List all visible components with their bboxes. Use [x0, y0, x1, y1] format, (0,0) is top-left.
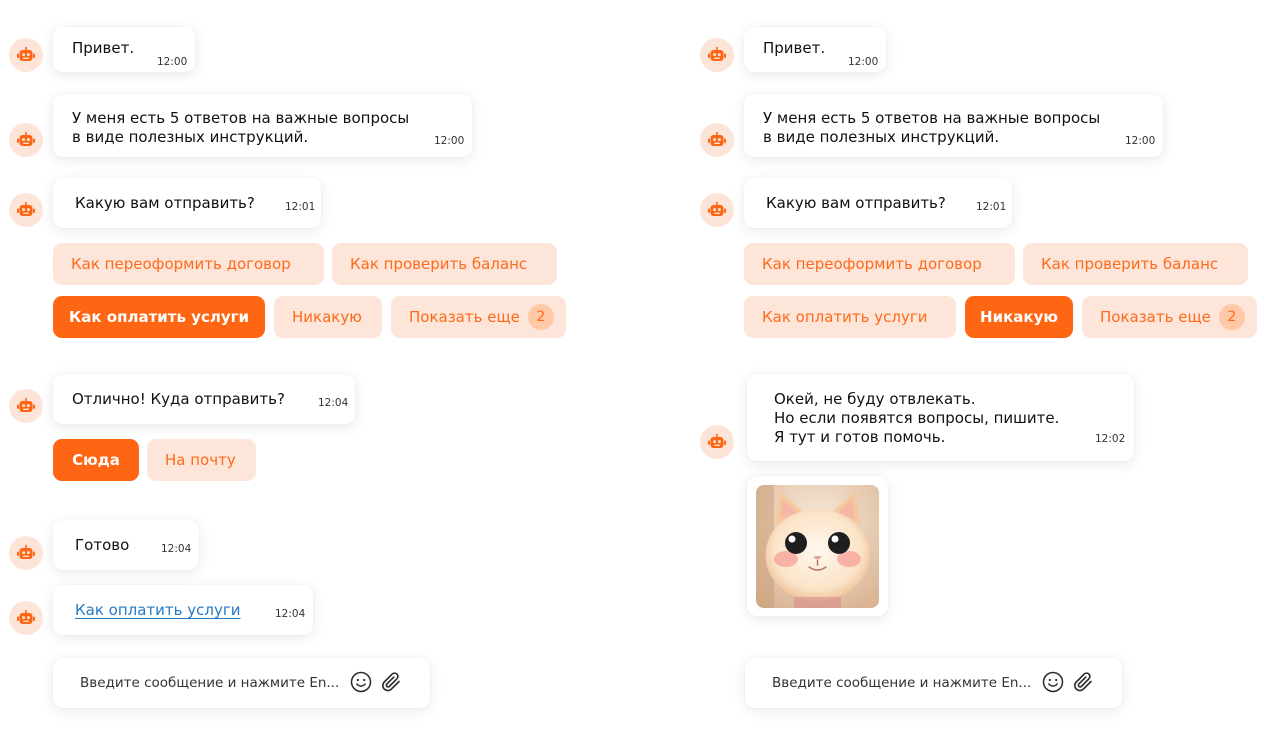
- option-button[interactable]: Никакую: [274, 296, 382, 338]
- message-time: 12:00: [434, 135, 465, 147]
- message-time: 12:00: [1125, 135, 1156, 147]
- message-time: 12:01: [976, 201, 1007, 213]
- message-text: Окей, не буду отвлекать. Но если появятс…: [774, 390, 1060, 446]
- robot-icon: [708, 132, 726, 148]
- message-text: У меня есть 5 ответов на важные вопросы …: [72, 109, 410, 146]
- message-text: Какую вам отправить?: [766, 194, 946, 212]
- option-button[interactable]: Как проверить баланс: [1023, 243, 1248, 285]
- message-time: 12:04: [318, 397, 349, 409]
- paperclip-icon[interactable]: [1071, 670, 1095, 694]
- show-more-button[interactable]: Показать еще 2: [1082, 296, 1257, 338]
- bot-avatar: [9, 193, 43, 227]
- option-button-selected[interactable]: Как оплатить услуги: [53, 296, 265, 338]
- show-more-label: Показать еще: [1100, 308, 1211, 326]
- robot-icon: [17, 202, 35, 218]
- message-bubble: Привет. 12:00: [53, 27, 195, 72]
- destination-button-selected[interactable]: Сюда: [53, 439, 139, 481]
- option-button[interactable]: Как переоформить договор: [53, 243, 324, 285]
- bot-avatar: [9, 389, 43, 423]
- robot-icon: [17, 47, 35, 63]
- show-more-label: Показать еще: [409, 308, 520, 326]
- option-button-selected[interactable]: Никакую: [965, 296, 1073, 338]
- bot-avatar: [9, 123, 43, 157]
- message-time: 12:04: [161, 543, 192, 555]
- destination-button[interactable]: На почту: [147, 439, 256, 481]
- message-bubble: Какую вам отправить? 12:01: [53, 178, 321, 228]
- count-badge: 2: [527, 304, 554, 330]
- message-composer: Введите сообщение и нажмите En...: [745, 658, 1122, 708]
- cat-photo[interactable]: [756, 485, 879, 608]
- message-input[interactable]: Введите сообщение и нажмите En...: [80, 675, 339, 691]
- message-bubble: Привет. 12:00: [744, 27, 886, 72]
- robot-icon: [708, 202, 726, 218]
- message-time: 12:02: [1095, 433, 1126, 445]
- smiley-icon[interactable]: [1042, 671, 1064, 693]
- message-time: 12:04: [275, 608, 306, 620]
- message-bubble: Отлично! Куда отправить? 12:04: [53, 374, 355, 424]
- option-button[interactable]: Как оплатить услуги: [744, 296, 956, 338]
- message-text: Привет.: [763, 39, 826, 57]
- message-input[interactable]: Введите сообщение и нажмите En...: [772, 675, 1031, 691]
- robot-icon: [17, 398, 35, 414]
- message-time: 12:00: [848, 56, 879, 68]
- bot-avatar: [700, 425, 734, 459]
- count-badge: 2: [1218, 304, 1245, 330]
- message-text: Какую вам отправить?: [75, 194, 255, 212]
- message-time: 12:00: [157, 56, 188, 68]
- bot-avatar: [9, 38, 43, 72]
- message-text: Привет.: [72, 39, 135, 57]
- paperclip-icon[interactable]: [379, 670, 403, 694]
- message-text: У меня есть 5 ответов на важные вопросы …: [763, 109, 1101, 146]
- option-button[interactable]: Как переоформить договор: [744, 243, 1015, 285]
- robot-icon: [17, 132, 35, 148]
- message-bubble: Окей, не буду отвлекать. Но если появятс…: [747, 374, 1134, 461]
- show-more-button[interactable]: Показать еще 2: [391, 296, 566, 338]
- message-time: 12:01: [285, 201, 316, 213]
- message-composer: Введите сообщение и нажмите En...: [53, 658, 430, 708]
- bot-avatar: [9, 601, 43, 635]
- instruction-link[interactable]: Как оплатить услуги: [75, 601, 240, 620]
- message-bubble: У меня есть 5 ответов на важные вопросы …: [744, 94, 1163, 157]
- robot-icon: [708, 434, 726, 450]
- message-bubble: У меня есть 5 ответов на важные вопросы …: [53, 94, 472, 157]
- bot-avatar: [700, 123, 734, 157]
- option-button[interactable]: Как проверить баланс: [332, 243, 557, 285]
- bot-avatar: [700, 38, 734, 72]
- smiley-icon[interactable]: [350, 671, 372, 693]
- bot-avatar: [700, 193, 734, 227]
- image-message: [747, 476, 888, 616]
- robot-icon: [17, 610, 35, 626]
- robot-icon: [17, 545, 35, 561]
- robot-icon: [708, 47, 726, 63]
- message-text: Готово: [75, 536, 130, 554]
- message-bubble: Какую вам отправить? 12:01: [744, 178, 1012, 228]
- message-bubble: Готово 12:04: [53, 520, 199, 570]
- message-bubble: Как оплатить услуги 12:04: [53, 585, 313, 635]
- bot-avatar: [9, 536, 43, 570]
- message-text: Отлично! Куда отправить?: [72, 390, 285, 408]
